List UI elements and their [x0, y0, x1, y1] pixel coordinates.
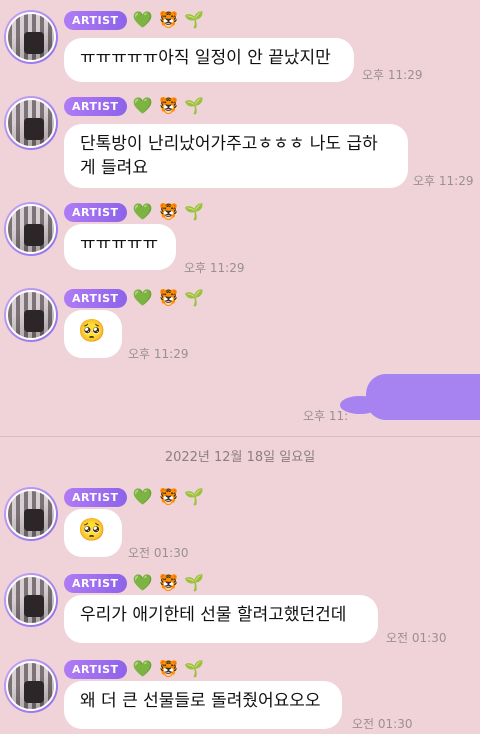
sprout-icon: 🌱 [184, 659, 205, 678]
artist-badge: ARTIST [64, 202, 127, 222]
avatar[interactable] [4, 487, 58, 541]
message-time: 오후 11:29 [184, 261, 245, 275]
message-time: 오전 01:30 [386, 631, 447, 645]
avatar[interactable] [4, 659, 58, 713]
green-heart-icon: 💚 [132, 10, 153, 29]
artist-badge: ARTIST [64, 288, 127, 308]
sender-header: ARTIST 💚 🐯 🌱 [64, 573, 204, 593]
sender-header: ARTIST 💚 🐯 🌱 [64, 659, 204, 679]
sprout-icon: 🌱 [184, 96, 205, 115]
avatar[interactable] [4, 288, 58, 342]
message-bubble[interactable]: 🥺 [64, 509, 122, 557]
avatar-photo [6, 489, 56, 539]
sent-message-time: 오후 11: [303, 409, 349, 423]
artist-badge: ARTIST [64, 573, 127, 593]
artist-badge: ARTIST [64, 487, 127, 507]
date-divider: 2022년 12월 18일 일요일 [164, 450, 316, 465]
message-bubble[interactable]: 우리가 애기한테 선물 할려고했던건데 [64, 595, 378, 643]
message-time: 오후 11:29 [413, 174, 474, 188]
sent-bubble-smudge [352, 404, 364, 414]
sender-header: ARTIST 💚 🐯 🌱 [64, 202, 204, 222]
avatar-photo [6, 98, 56, 148]
tiger-icon: 🐯 [158, 487, 179, 506]
sender-header: ARTIST 💚 🐯 🌱 [64, 487, 204, 507]
avatar-photo [6, 204, 56, 254]
green-heart-icon: 💚 [132, 202, 153, 221]
message-bubble[interactable]: 단톡방이 난리났어가주고ㅎㅎㅎ 나도 급하게 들려요 [64, 124, 408, 188]
green-heart-icon: 💚 [132, 288, 153, 307]
sent-message-bubble[interactable] [366, 374, 480, 420]
sprout-icon: 🌱 [184, 487, 205, 506]
green-heart-icon: 💚 [132, 573, 153, 592]
tiger-icon: 🐯 [158, 96, 179, 115]
artist-badge: ARTIST [64, 659, 127, 679]
date-divider-line [0, 436, 480, 437]
tiger-icon: 🐯 [158, 659, 179, 678]
artist-badge: ARTIST [64, 96, 127, 116]
sender-header: ARTIST 💚 🐯 🌱 [64, 288, 204, 308]
green-heart-icon: 💚 [132, 659, 153, 678]
tiger-icon: 🐯 [158, 10, 179, 29]
sprout-icon: 🌱 [184, 202, 205, 221]
green-heart-icon: 💚 [132, 487, 153, 506]
avatar-photo [6, 661, 56, 711]
tiger-icon: 🐯 [158, 202, 179, 221]
avatar-photo [6, 290, 56, 340]
avatar-photo [6, 575, 56, 625]
sprout-icon: 🌱 [184, 573, 205, 592]
avatar[interactable] [4, 10, 58, 64]
artist-badge: ARTIST [64, 10, 127, 30]
message-time: 오전 01:30 [352, 717, 413, 731]
sender-header: ARTIST 💚 🐯 🌱 [64, 10, 204, 30]
green-heart-icon: 💚 [132, 96, 153, 115]
message-bubble[interactable]: 🥺 [64, 310, 122, 358]
message-time: 오전 01:30 [128, 546, 189, 560]
sprout-icon: 🌱 [184, 288, 205, 307]
avatar[interactable] [4, 96, 58, 150]
message-bubble[interactable]: ㅠㅠㅠㅠㅠ [64, 224, 176, 270]
avatar-photo [6, 12, 56, 62]
sender-header: ARTIST 💚 🐯 🌱 [64, 96, 204, 116]
tiger-icon: 🐯 [158, 288, 179, 307]
avatar[interactable] [4, 573, 58, 627]
avatar[interactable] [4, 202, 58, 256]
message-bubble[interactable]: ㅠㅠㅠㅠㅠ아직 일정이 안 끝났지만 [64, 38, 354, 82]
message-time: 오후 11:29 [362, 68, 423, 82]
message-bubble[interactable]: 왜 더 큰 선물들로 돌려줬어요오오 [64, 681, 342, 729]
message-time: 오후 11:29 [128, 347, 189, 361]
sprout-icon: 🌱 [184, 10, 205, 29]
tiger-icon: 🐯 [158, 573, 179, 592]
